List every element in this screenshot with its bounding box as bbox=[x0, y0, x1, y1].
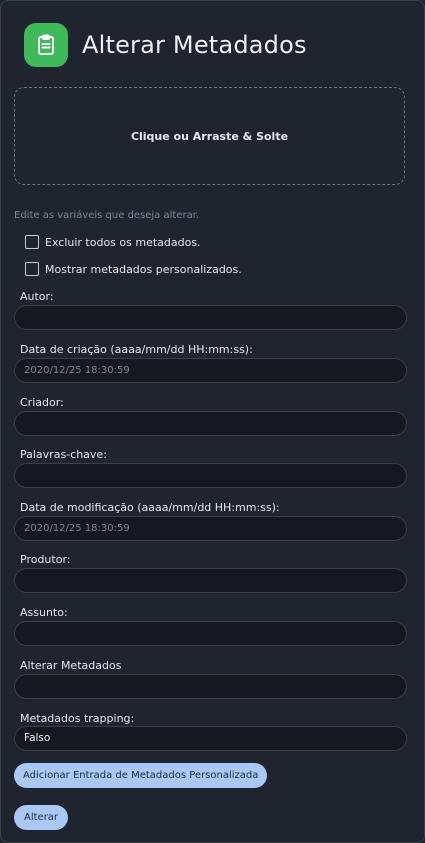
trapping-select[interactable]: Falso bbox=[14, 726, 407, 751]
metadata-panel: Alterar Metadados Clique ou Arraste & So… bbox=[0, 0, 425, 843]
show-custom-label: Mostrar metadados personalizados. bbox=[45, 262, 242, 276]
trapping-select-value: Falso bbox=[24, 732, 51, 744]
delete-all-checkbox[interactable] bbox=[25, 235, 39, 249]
creation-date-label: Data de criação (aaaa/mm/dd HH:mm:ss): bbox=[20, 343, 253, 356]
producer-label: Produtor: bbox=[20, 553, 71, 566]
delete-all-label: Excluir todos os metadados. bbox=[45, 235, 201, 249]
clipboard-icon bbox=[24, 23, 68, 67]
keywords-label: Palavras-chave: bbox=[20, 448, 107, 461]
header: Alterar Metadados bbox=[24, 23, 307, 67]
author-label: Autor: bbox=[20, 290, 54, 303]
submit-button[interactable]: Alterar bbox=[14, 805, 69, 830]
title-label: Alterar Metadados bbox=[20, 659, 122, 672]
title-input[interactable] bbox=[14, 674, 407, 699]
trapping-label: Metadados trapping: bbox=[20, 712, 135, 725]
show-custom-checkbox-row[interactable]: Mostrar metadados personalizados. bbox=[25, 262, 242, 276]
creation-date-input[interactable]: 2020/12/25 18:30:59 bbox=[14, 358, 407, 383]
subject-input[interactable] bbox=[14, 621, 407, 646]
creator-input[interactable] bbox=[14, 411, 407, 436]
dropzone-label: Clique ou Arraste & Solte bbox=[130, 129, 289, 143]
page-title: Alterar Metadados bbox=[82, 31, 307, 59]
creator-label: Criador: bbox=[20, 396, 64, 409]
keywords-input[interactable] bbox=[14, 463, 407, 488]
delete-all-checkbox-row[interactable]: Excluir todos os metadados. bbox=[25, 235, 201, 249]
file-dropzone[interactable]: Clique ou Arraste & Solte bbox=[14, 87, 405, 185]
add-custom-metadata-button[interactable]: Adicionar Entrada de Metadados Personali… bbox=[14, 763, 268, 788]
author-input[interactable] bbox=[14, 305, 407, 330]
producer-input[interactable] bbox=[14, 568, 407, 593]
modification-date-input[interactable]: 2020/12/25 18:30:59 bbox=[14, 516, 407, 541]
show-custom-checkbox[interactable] bbox=[25, 262, 39, 276]
hint-text: Edite as variáveis que deseja alterar. bbox=[14, 210, 200, 221]
subject-label: Assunto: bbox=[20, 606, 68, 619]
modification-date-label: Data de modificação (aaaa/mm/dd HH:mm:ss… bbox=[20, 501, 280, 514]
